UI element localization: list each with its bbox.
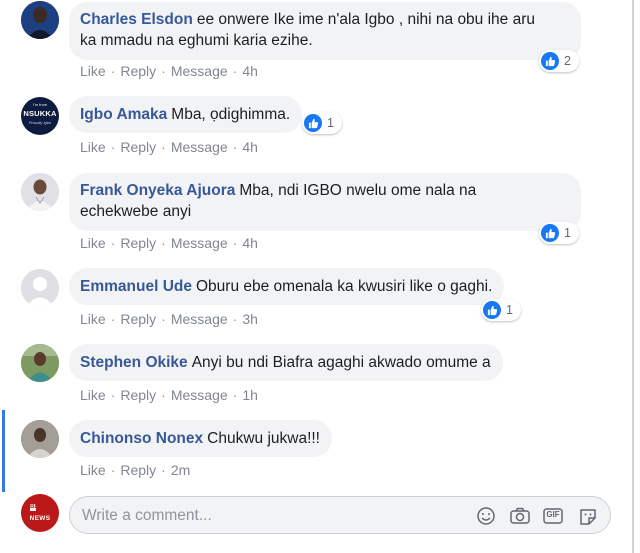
comment-text: echekwebe anyi xyxy=(80,203,192,220)
reply-link[interactable]: Reply xyxy=(120,311,156,327)
reaction-count[interactable]: 1 xyxy=(481,299,521,321)
message-link[interactable]: Message xyxy=(171,235,228,251)
reply-link[interactable]: Reply xyxy=(120,462,156,478)
avatar[interactable] xyxy=(21,269,59,307)
like-link[interactable]: Like xyxy=(80,139,106,155)
comment-input[interactable] xyxy=(80,505,464,527)
timestamp[interactable]: 3h xyxy=(242,311,258,327)
like-reaction-icon xyxy=(541,224,559,242)
comment-text: Mba, ndi IGBO nwelu ome nala na xyxy=(239,182,477,199)
reply-link[interactable]: Reply xyxy=(120,139,156,155)
comment-author[interactable]: Charles Elsdon xyxy=(80,11,193,28)
avatar[interactable] xyxy=(21,173,59,211)
comment-author[interactable]: Frank Onyeka Ajuora xyxy=(80,182,235,199)
avatar[interactable]: I'm from NSUKKA Proudly Igbo xyxy=(21,97,59,135)
reply-link[interactable]: Reply xyxy=(120,63,156,79)
camera-icon[interactable] xyxy=(509,506,531,526)
gif-icon[interactable]: GIF xyxy=(542,506,564,526)
comment-author[interactable]: Stephen Okike xyxy=(80,354,188,371)
comment-author[interactable]: Igbo Amaka xyxy=(80,106,167,123)
reply-link[interactable]: Reply xyxy=(120,235,156,251)
reaction-count[interactable]: 1 xyxy=(302,112,342,134)
comment-text: Mba, ọdighimma. xyxy=(171,106,291,123)
message-link[interactable]: Message xyxy=(171,63,228,79)
comment-text: Chukwu jukwa!!! xyxy=(207,430,320,447)
timestamp[interactable]: 4h xyxy=(242,139,258,155)
reaction-count[interactable]: 2 xyxy=(539,50,579,72)
timestamp[interactable]: 4h xyxy=(242,63,258,79)
user-avatar[interactable]: BBC NEWS xyxy=(21,494,59,532)
comment-text: ee onwere Ike ime n'ala Igbo , nihi na o… xyxy=(196,11,535,28)
message-link[interactable]: Message xyxy=(171,311,228,327)
avatar[interactable] xyxy=(21,420,59,458)
comment-input-box[interactable]: GIF xyxy=(69,496,611,534)
avatar[interactable] xyxy=(21,1,59,39)
timestamp[interactable]: 4h xyxy=(242,235,258,251)
like-link[interactable]: Like xyxy=(80,63,106,79)
reply-link[interactable]: Reply xyxy=(120,387,156,403)
comment-actions: Like · Reply · Message · 1h xyxy=(80,387,258,403)
like-link[interactable]: Like xyxy=(80,235,106,251)
like-reaction-icon xyxy=(304,114,322,132)
message-link[interactable]: Message xyxy=(171,139,228,155)
like-reaction-icon xyxy=(541,52,559,70)
comment-actions: Like · Reply · Message · 4h xyxy=(80,235,258,251)
comment-actions: Like · Reply · 2m xyxy=(80,462,191,478)
comment-text: Oburu ebe omenala ka kwusiri like o gagh… xyxy=(195,278,493,295)
comment-text: ka mmadu na eghumi karia ezihe. xyxy=(80,32,313,49)
bbc-logo: BBC xyxy=(30,504,43,511)
comment-author[interactable]: Emmanuel Ude xyxy=(80,278,192,295)
message-link[interactable]: Message xyxy=(171,387,228,403)
new-comment-indicator xyxy=(2,410,5,492)
panel-border xyxy=(632,0,634,553)
like-link[interactable]: Like xyxy=(80,311,106,327)
comment-text: Anyi bu ndi Biafra agaghi akwado omume a xyxy=(191,354,491,371)
avatar[interactable] xyxy=(21,344,59,382)
timestamp[interactable]: 1h xyxy=(242,387,258,403)
emoji-icon[interactable] xyxy=(475,506,497,526)
comment-composer: BBC NEWS GIF xyxy=(0,492,630,553)
sticker-icon[interactable] xyxy=(577,506,599,526)
comment-actions: Like · Reply · Message · 3h xyxy=(80,311,258,327)
reaction-count[interactable]: 1 xyxy=(539,222,579,244)
comment-author[interactable]: Chinonso Nonex xyxy=(80,430,203,447)
like-link[interactable]: Like xyxy=(80,462,106,478)
comment-actions: Like · Reply · Message · 4h xyxy=(80,63,258,79)
comment-actions: Like · Reply · Message · 4h xyxy=(80,139,258,155)
like-link[interactable]: Like xyxy=(80,387,106,403)
timestamp[interactable]: 2m xyxy=(171,462,190,478)
like-reaction-icon xyxy=(483,301,501,319)
